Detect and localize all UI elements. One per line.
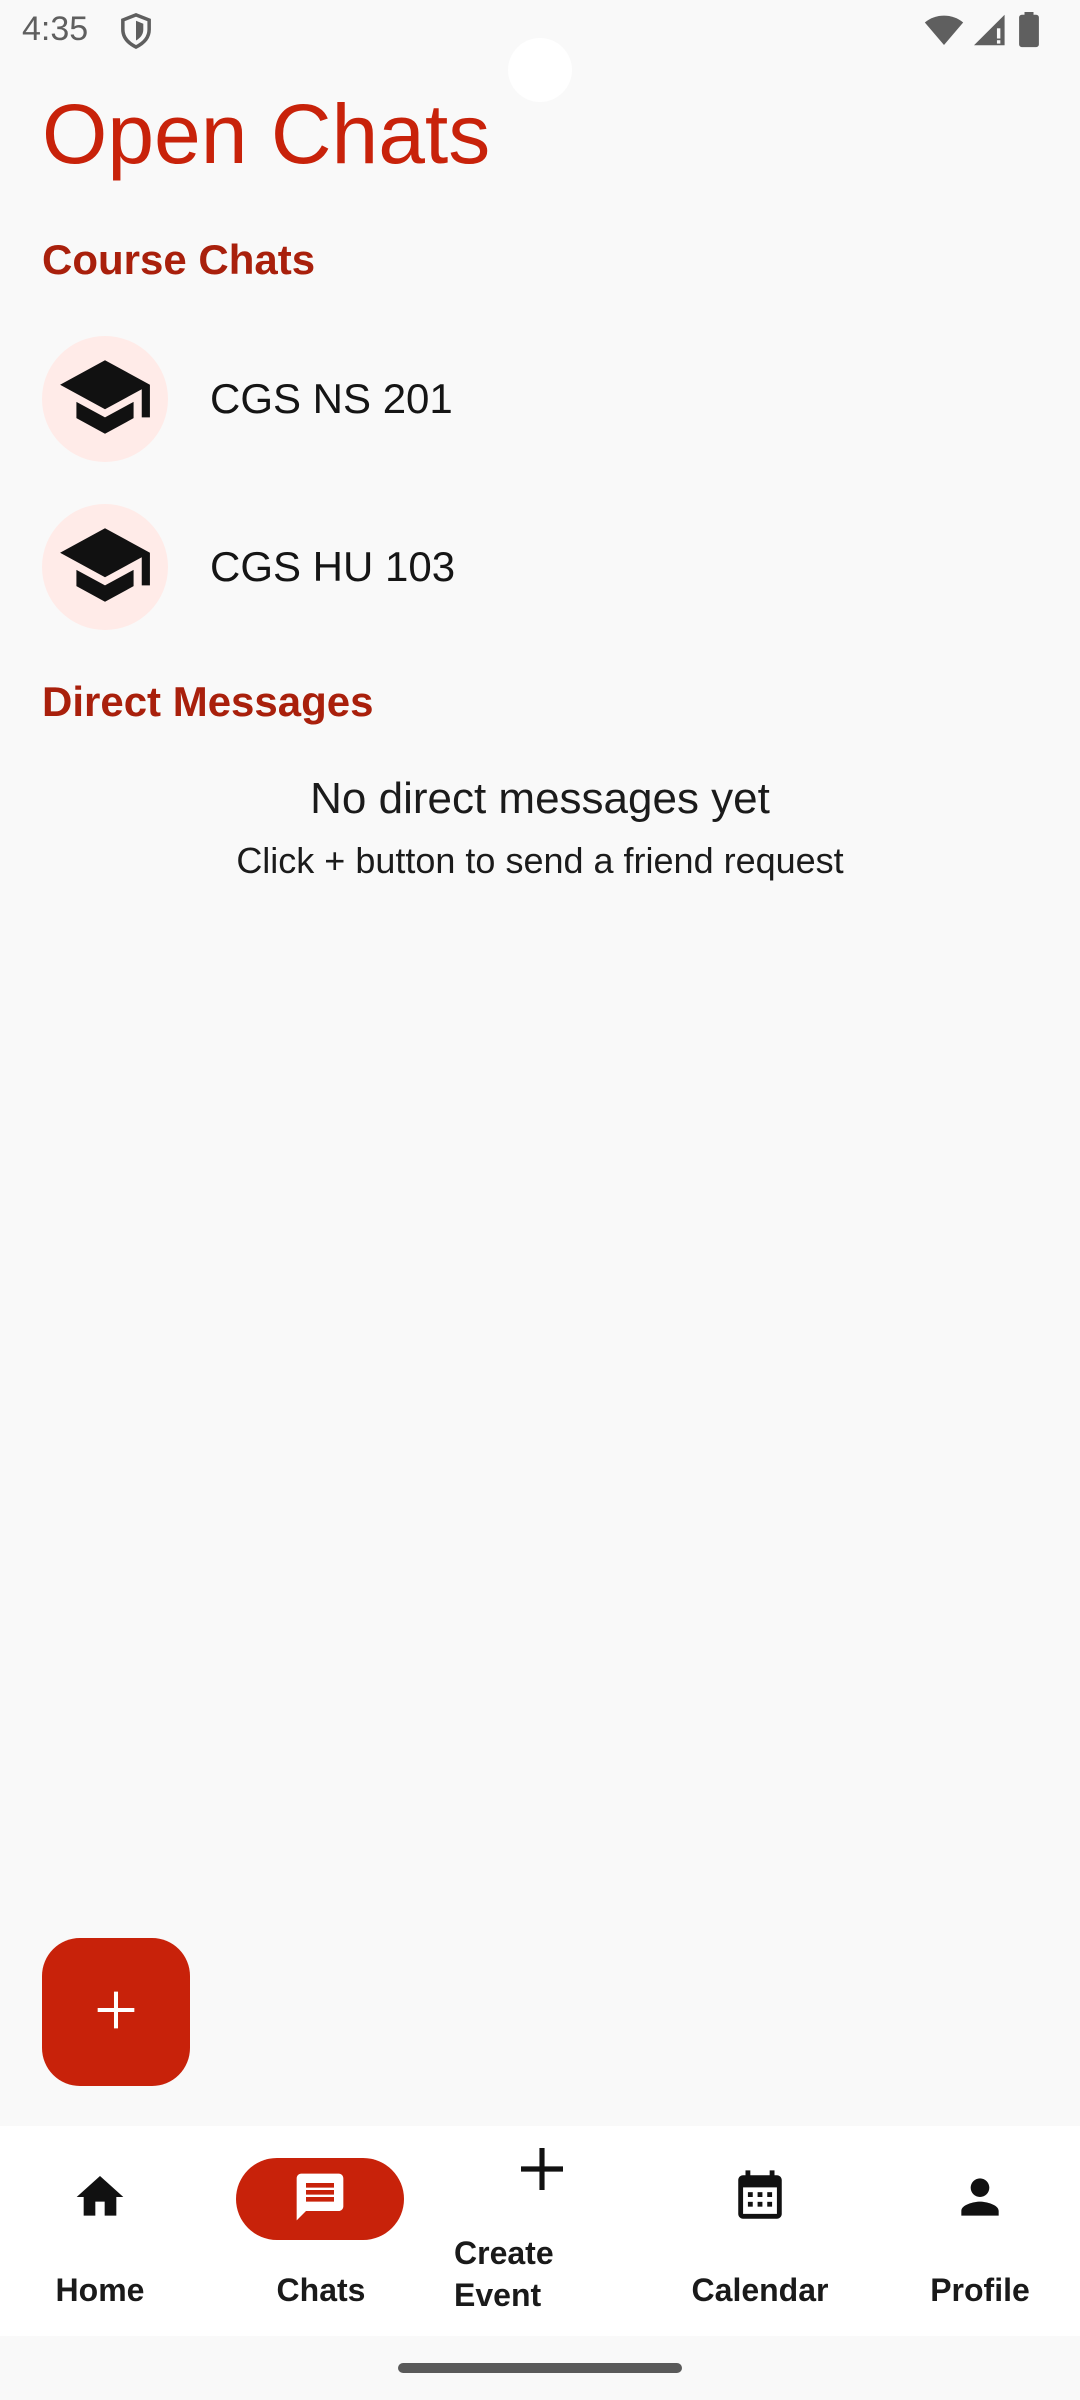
graduation-cap-icon (56, 348, 154, 451)
nav-item-create-event[interactable]: Create Event (436, 2126, 646, 2336)
nav-item-profile[interactable]: Profile (880, 2126, 1080, 2336)
chat-avatar (42, 336, 168, 462)
person-icon (952, 2169, 1008, 2230)
nav-label: Create Event (454, 2235, 554, 2313)
nav-item-home[interactable]: Home (0, 2126, 200, 2336)
status-icons (924, 12, 1040, 53)
chat-name: CGS HU 103 (210, 543, 456, 590)
battery-icon (1018, 12, 1040, 53)
new-chat-fab[interactable] (42, 1938, 190, 2086)
course-chat-item[interactable]: CGS NS 201 (0, 324, 1080, 474)
plus-icon (514, 2141, 570, 2202)
bottom-navigation: Home Chats Create Event Calendar Profile (0, 2126, 1080, 2336)
status-time: 4:35 (22, 10, 89, 48)
empty-state-title: No direct messages yet (310, 774, 770, 823)
shield-icon (118, 12, 154, 50)
chat-avatar (42, 504, 168, 630)
gesture-handle[interactable] (398, 2363, 682, 2373)
course-chat-item[interactable]: CGS HU 103 (0, 492, 1080, 642)
nav-label: Chats (276, 2272, 366, 2308)
plus-icon (94, 1988, 138, 2037)
wifi-icon (924, 13, 964, 52)
nav-label: Calendar (691, 2272, 829, 2308)
section-label-direct-messages: Direct Messages (42, 678, 374, 725)
chat-name: CGS NS 201 (210, 375, 453, 422)
page-title: Open Chats (42, 87, 491, 181)
section-label-course-chats: Course Chats (42, 236, 316, 283)
active-indicator (236, 2158, 404, 2240)
calendar-icon (731, 2168, 789, 2231)
nav-item-calendar[interactable]: Calendar (660, 2126, 860, 2336)
empty-state-subtitle: Click + button to send a friend request (236, 840, 844, 881)
signal-icon (974, 13, 1008, 52)
nav-item-chats[interactable]: Chats (216, 2126, 426, 2336)
nav-label: Home (55, 2272, 145, 2308)
nav-label: Profile (930, 2272, 1030, 2308)
home-icon (72, 2169, 128, 2230)
camera-cutout (508, 38, 572, 102)
chat-icon (292, 2169, 348, 2230)
graduation-cap-icon (56, 516, 154, 619)
